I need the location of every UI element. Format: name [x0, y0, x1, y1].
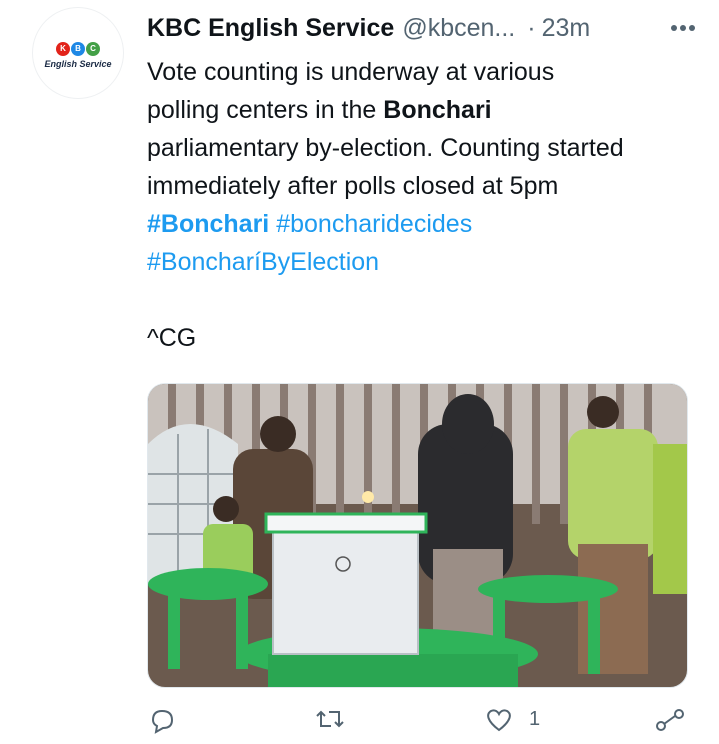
retweet-button[interactable] — [313, 704, 347, 740]
tweet-line-2: polling centers in the Bonchari — [147, 91, 702, 129]
like-button[interactable]: 1 — [483, 704, 540, 740]
bold-keyword: Bonchari — [383, 96, 492, 124]
heart-icon — [483, 704, 515, 740]
retweet-icon — [313, 704, 347, 740]
kbc-letter-c: C — [86, 41, 100, 56]
avatar-subtitle: English Service — [44, 58, 112, 69]
tweet-line-3: parliamentary by-election. Counting star… — [147, 134, 624, 162]
more-horizontal-icon[interactable] — [663, 10, 703, 46]
signature: ^CG — [147, 324, 197, 352]
hashtag-line-1: #Bonchari #boncharidecides — [147, 205, 702, 243]
photo-scene — [148, 384, 687, 687]
reply-button[interactable] — [147, 704, 177, 740]
share-button[interactable] — [653, 704, 687, 740]
tweet-header: KBC English Service @kbcen... · 23m — [147, 10, 703, 46]
tweet-actions: 1 — [147, 704, 687, 744]
hashtag-line-2: #BoncharíByElection — [147, 243, 702, 281]
reply-icon — [147, 704, 177, 740]
timestamp[interactable]: 23m — [542, 14, 591, 43]
separator: · — [527, 13, 536, 42]
share-icon — [653, 704, 687, 740]
kbc-logo: K B C — [56, 41, 100, 56]
avatar[interactable]: K B C English Service — [33, 8, 123, 98]
tweet-line-4: immediately after polls closed at 5pm — [147, 172, 559, 200]
tweet-line-2-text: polling centers in the — [147, 96, 384, 124]
kbc-letter-b: B — [71, 41, 85, 56]
tweet-photo[interactable] — [147, 383, 688, 688]
like-count: 1 — [529, 708, 541, 730]
author-name[interactable]: KBC English Service — [147, 14, 394, 43]
hashtag-boncharibyelection[interactable]: #BoncharíByElection — [147, 248, 379, 276]
hashtag-boncharidecides[interactable]: #boncharidecides — [276, 210, 472, 238]
tweet-text: Vote counting is underway at various pol… — [147, 53, 702, 357]
kbc-letter-k: K — [56, 41, 70, 56]
tweet-line-1: Vote counting is underway at various — [147, 58, 555, 86]
hashtag-bonchari[interactable]: #Bonchari — [147, 210, 269, 238]
author-handle[interactable]: @kbcen... — [402, 14, 515, 43]
